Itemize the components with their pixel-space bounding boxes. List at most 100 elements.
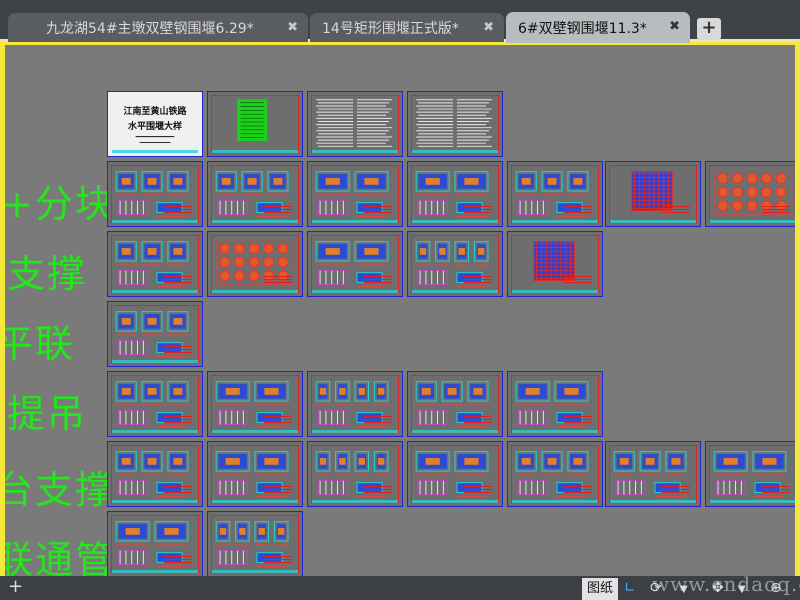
sheet-title-block bbox=[112, 290, 198, 293]
sheet-title-block bbox=[112, 360, 198, 363]
sheet-notes bbox=[464, 416, 492, 424]
sheet-title-block bbox=[112, 220, 198, 223]
sheet-title-block bbox=[512, 430, 598, 433]
sheet-title-block bbox=[212, 290, 298, 293]
label-connecting-pipe: 联通管 bbox=[5, 538, 116, 576]
sheet-notes bbox=[264, 486, 292, 494]
sheet-drawing bbox=[315, 451, 389, 497]
drawing-sheet[interactable] bbox=[605, 161, 701, 227]
label-platform-support: 台支撑 bbox=[5, 468, 116, 512]
sheet-drawing bbox=[415, 451, 489, 497]
sheet-drawing bbox=[415, 381, 489, 427]
drawing-sheet[interactable] bbox=[207, 511, 303, 576]
sheet-title-block bbox=[412, 290, 498, 293]
sheet-notes bbox=[364, 416, 392, 424]
sheet-notes bbox=[364, 486, 392, 494]
sheet-drawing bbox=[415, 241, 489, 287]
drawing-sheet[interactable] bbox=[307, 161, 403, 227]
drawing-sheet[interactable] bbox=[107, 161, 203, 227]
sheet-drawing bbox=[215, 451, 289, 497]
drawing-sheet[interactable] bbox=[107, 371, 203, 437]
drawing-sheet[interactable] bbox=[407, 371, 503, 437]
sheet-notes bbox=[762, 486, 790, 494]
drawing-sheet[interactable]: 江南至黄山铁路 水平围堰大样 bbox=[107, 91, 203, 157]
ucs-icon[interactable]: ∟ bbox=[624, 580, 636, 596]
drawing-sheet[interactable] bbox=[207, 371, 303, 437]
sheet-drawing bbox=[135, 136, 175, 143]
add-layout-button[interactable]: + bbox=[8, 576, 23, 597]
drawing-sheet[interactable] bbox=[507, 231, 603, 297]
label-lifting: 提吊 bbox=[7, 392, 88, 436]
sheet-notes bbox=[364, 206, 392, 214]
drawing-sheet[interactable] bbox=[207, 441, 303, 507]
close-icon[interactable]: ✖ bbox=[287, 20, 298, 35]
sheet-title-block bbox=[312, 500, 398, 503]
sheet-drawing bbox=[515, 381, 589, 427]
sheet-drawing bbox=[115, 311, 189, 357]
sheet-notes bbox=[164, 276, 192, 284]
sheet-title-block bbox=[710, 500, 795, 503]
sheet-drawing bbox=[215, 239, 295, 285]
sheet-notes bbox=[564, 416, 592, 424]
drawing-sheet[interactable] bbox=[107, 441, 203, 507]
drawing-sheet[interactable] bbox=[507, 371, 603, 437]
sheet-notes bbox=[264, 416, 292, 424]
drawing-sheet[interactable] bbox=[307, 371, 403, 437]
sheet-notes bbox=[464, 486, 492, 494]
drawing-sheet[interactable] bbox=[507, 161, 603, 227]
sheet-notes bbox=[564, 486, 592, 494]
sheet-drawing bbox=[416, 99, 492, 147]
sheet-notes bbox=[662, 206, 690, 214]
sheet-title-block bbox=[112, 150, 198, 153]
sheet-drawing bbox=[215, 171, 289, 217]
drawing-sheet[interactable] bbox=[107, 231, 203, 297]
sheet-title-block bbox=[412, 430, 498, 433]
sheet-notes bbox=[264, 556, 292, 564]
sheet-drawing bbox=[115, 451, 189, 497]
sheet-notes bbox=[662, 486, 690, 494]
drawing-sheet[interactable] bbox=[507, 441, 603, 507]
drawing-sheet[interactable] bbox=[407, 441, 503, 507]
drawing-canvas[interactable]: +分块 支撑 平联 提吊 台支撑 联通管 江南至黄山铁路 水平围堰大样 bbox=[5, 45, 795, 576]
drawing-sheet[interactable] bbox=[207, 231, 303, 297]
drawing-sheet[interactable] bbox=[705, 161, 795, 227]
sheet-title-block bbox=[412, 500, 498, 503]
drawing-sheet[interactable] bbox=[407, 91, 503, 157]
sheet-drawing bbox=[713, 451, 787, 497]
drawing-sheet[interactable] bbox=[107, 511, 203, 576]
watermark-url: www.cndaoq.com bbox=[652, 572, 800, 596]
sheet-drawing bbox=[215, 521, 289, 567]
sheet-drawing bbox=[115, 241, 189, 287]
sheet-notes bbox=[762, 206, 790, 214]
sheet-title-block bbox=[512, 290, 598, 293]
drawing-sheet[interactable] bbox=[407, 161, 503, 227]
layout-tab-paper[interactable]: 图纸 bbox=[582, 578, 618, 600]
sheet-notes bbox=[164, 346, 192, 354]
drawing-sheet[interactable] bbox=[705, 441, 795, 507]
sheet-title-block bbox=[412, 150, 498, 153]
sheet-drawing bbox=[713, 169, 793, 215]
sheet-drawing bbox=[533, 241, 575, 281]
drawing-sheet[interactable] bbox=[307, 441, 403, 507]
close-icon[interactable]: ✖ bbox=[669, 19, 680, 34]
tab-rectangular-cofferdam[interactable]: 14号矩形围堰正式版* ✖ bbox=[310, 13, 504, 42]
sheet-drawing bbox=[315, 171, 389, 217]
drawing-sheet[interactable] bbox=[307, 231, 403, 297]
new-tab-button[interactable]: + bbox=[697, 18, 721, 40]
sheet-drawing bbox=[613, 451, 687, 497]
drawing-sheet[interactable] bbox=[605, 441, 701, 507]
sheet-title-block bbox=[312, 150, 398, 153]
drawing-sheet[interactable] bbox=[207, 91, 303, 157]
sheet-notes bbox=[164, 486, 192, 494]
drawing-sheet[interactable] bbox=[307, 91, 403, 157]
drawing-sheet[interactable] bbox=[107, 301, 203, 367]
sheet-drawing bbox=[316, 99, 392, 147]
tab-label: 14号矩形围堰正式版* bbox=[322, 20, 459, 37]
drawing-sheet[interactable] bbox=[407, 231, 503, 297]
drawing-sheet[interactable] bbox=[207, 161, 303, 227]
tab-jiulonghu[interactable]: 九龙湖54#主墩双壁钢围堰6.29* ✖ bbox=[8, 13, 308, 42]
sheet-title-block bbox=[512, 220, 598, 223]
sheet-drawing bbox=[215, 381, 289, 427]
tab-double-wall-cofferdam[interactable]: 6#双壁钢围堰11.3* ✖ bbox=[506, 12, 690, 43]
close-icon[interactable]: ✖ bbox=[483, 20, 494, 35]
